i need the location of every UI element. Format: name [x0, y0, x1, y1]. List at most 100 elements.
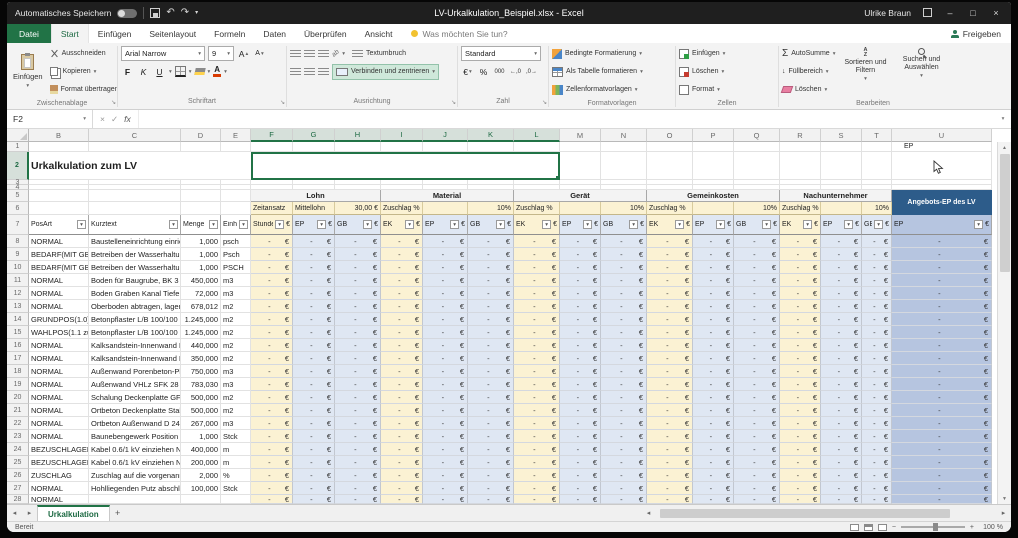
cell-N25[interactable]: - € [601, 456, 647, 469]
cell-U20[interactable]: - € [892, 391, 992, 404]
cell-J14[interactable]: - € [423, 313, 468, 326]
cell-J19[interactable]: - € [423, 378, 468, 391]
cell-H9[interactable]: - € [335, 248, 381, 261]
cell-O18[interactable]: - € [647, 365, 693, 378]
cell-K19[interactable]: - € [468, 378, 514, 391]
cell-T21[interactable]: - € [862, 404, 892, 417]
cell-T28[interactable]: - € [862, 495, 892, 504]
cell-N23[interactable]: - € [601, 430, 647, 443]
cell-N26[interactable]: - € [601, 469, 647, 482]
cell-O19[interactable]: - € [647, 378, 693, 391]
cell-P19[interactable]: - € [693, 378, 734, 391]
cell-J1[interactable] [423, 142, 468, 152]
cell-U26[interactable]: - € [892, 469, 992, 482]
cell-E1[interactable] [221, 142, 251, 152]
row-header-9[interactable]: 9 [7, 248, 29, 261]
filter-dropdown-icon[interactable]: ▾ [275, 220, 285, 229]
cell-kurztext-12[interactable]: Boden Graben Kanal Tiefe bis 1 [89, 287, 181, 300]
cell-T13[interactable]: - € [862, 300, 892, 313]
cell-S26[interactable]: - € [821, 469, 862, 482]
cell-einheit-16[interactable]: m2 [221, 339, 251, 352]
cell-P18[interactable]: - € [693, 365, 734, 378]
cell-R6[interactable]: Zuschlag % [780, 202, 821, 215]
cell-kurztext-8[interactable]: Baustelleneinrichtung einrichter [89, 235, 181, 248]
cell-O20[interactable]: - € [647, 391, 693, 404]
cell-Q27[interactable]: - € [734, 482, 780, 495]
minimize-button[interactable]: – [943, 8, 957, 18]
cell-einheit-28[interactable] [221, 495, 251, 504]
column-header-C[interactable]: C [89, 129, 181, 142]
cell-P15[interactable]: - € [693, 326, 734, 339]
merge-center-button[interactable]: Verbinden und zentrieren ▾ [332, 63, 439, 80]
cell-O13[interactable]: - € [647, 300, 693, 313]
column-header-H[interactable]: H [335, 129, 381, 142]
cell-M20[interactable]: - € [560, 391, 601, 404]
row-header-13[interactable]: 13 [7, 300, 29, 313]
cell-P24[interactable]: - € [693, 443, 734, 456]
cell-T8[interactable]: - € [862, 235, 892, 248]
cell-N21[interactable]: - € [601, 404, 647, 417]
tab-formeln[interactable]: Formeln [205, 24, 254, 43]
cell-kurztext-14[interactable]: Betonpflaster L/B 100/100 mm [89, 313, 181, 326]
cell-M9[interactable]: - € [560, 248, 601, 261]
cell-M13[interactable]: - € [560, 300, 601, 313]
cell-F6[interactable]: Zeitansatz [251, 202, 293, 215]
cell-B2-title[interactable]: Urkalkulation zum LV [29, 152, 251, 180]
cell-O9[interactable]: - € [647, 248, 693, 261]
cell-L18[interactable]: - € [514, 365, 560, 378]
cell-M2[interactable] [560, 152, 601, 180]
cell-R28[interactable]: - € [780, 495, 821, 504]
cell-N2[interactable] [601, 152, 647, 180]
sheet-nav-right-icon[interactable]: ▸ [22, 505, 37, 521]
cell-T14[interactable]: - € [862, 313, 892, 326]
cell-S23[interactable]: - € [821, 430, 862, 443]
cell-F26[interactable]: - € [251, 469, 293, 482]
cell-H26[interactable]: - € [335, 469, 381, 482]
cell-H24[interactable]: - € [335, 443, 381, 456]
cell-N24[interactable]: - € [601, 443, 647, 456]
cell-menge-15[interactable]: 1.245,000 [181, 326, 221, 339]
normal-view-icon[interactable] [849, 523, 859, 531]
cell-F18[interactable]: - € [251, 365, 293, 378]
cell-Q26[interactable]: - € [734, 469, 780, 482]
cell-einheit-9[interactable]: Psch [221, 248, 251, 261]
cell-G25[interactable]: - € [293, 456, 335, 469]
find-dropdown-icon[interactable]: ▾ [920, 73, 923, 79]
cell-Q8[interactable]: - € [734, 235, 780, 248]
filter-header-C[interactable]: Kurztext ▾ [89, 215, 181, 235]
cell-O16[interactable]: - € [647, 339, 693, 352]
cell-J13[interactable]: - € [423, 300, 468, 313]
column-header-J[interactable]: J [423, 129, 468, 142]
column-header-D[interactable]: D [181, 129, 221, 142]
column-header-G[interactable]: G [293, 129, 335, 142]
cell-einheit-25[interactable]: m [221, 456, 251, 469]
cell-I17[interactable]: - € [381, 352, 423, 365]
cell-J15[interactable]: - € [423, 326, 468, 339]
cell-M1[interactable] [560, 142, 601, 152]
cell-I27[interactable]: - € [381, 482, 423, 495]
cell-I26[interactable]: - € [381, 469, 423, 482]
underline-dropdown-icon[interactable]: ▾ [169, 69, 172, 75]
scroll-up-icon[interactable]: ▲ [998, 142, 1011, 153]
confirm-entry-icon[interactable]: ✓ [111, 114, 118, 125]
filter-dropdown-icon[interactable]: ▾ [496, 220, 506, 229]
cell-G22[interactable]: - € [293, 417, 335, 430]
cell-O11[interactable]: - € [647, 274, 693, 287]
cell-G8[interactable]: - € [293, 235, 335, 248]
cell-L21[interactable]: - € [514, 404, 560, 417]
cell-M10[interactable]: - € [560, 261, 601, 274]
cell-T18[interactable]: - € [862, 365, 892, 378]
cell-T19[interactable]: - € [862, 378, 892, 391]
undo-button[interactable]: ↶ [166, 8, 174, 18]
cell-R19[interactable]: - € [780, 378, 821, 391]
cell-S9[interactable]: - € [821, 248, 862, 261]
italic-button[interactable]: K [137, 64, 150, 79]
fill-button[interactable]: ↓ Füllbereich ▾ [782, 63, 835, 80]
delete-dropdown-icon[interactable]: ▾ [721, 69, 724, 75]
cell-S24[interactable]: - € [821, 443, 862, 456]
cell-P22[interactable]: - € [693, 417, 734, 430]
cell-posart-10[interactable]: BEDARF(MIT GB) [29, 261, 89, 274]
cell-U1[interactable]: EP [892, 142, 992, 152]
orientation-icon[interactable]: ab [331, 48, 341, 58]
cell-S13[interactable]: - € [821, 300, 862, 313]
